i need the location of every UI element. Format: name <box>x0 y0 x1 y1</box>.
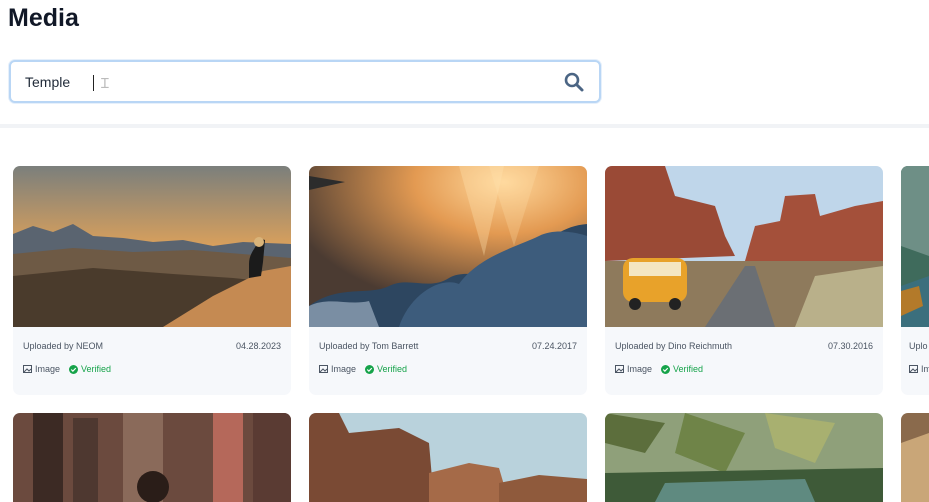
ibeam-cursor-icon: Ɪ <box>101 75 109 91</box>
media-thumbnail[interactable] <box>309 166 587 327</box>
page-title: Media <box>8 4 79 32</box>
search-icon[interactable] <box>563 71 585 93</box>
uploader-label: Uploaded by NEOM <box>23 341 104 351</box>
verified-badge: Verified <box>661 364 703 374</box>
verified-label: Verified <box>81 364 112 374</box>
media-thumbnail[interactable] <box>13 413 291 502</box>
verified-label: Verified <box>377 364 408 374</box>
divider <box>0 124 929 128</box>
media-thumbnail[interactable] <box>901 166 929 327</box>
media-type: Image <box>331 364 357 374</box>
image-icon <box>319 365 328 373</box>
check-circle-icon <box>661 364 671 374</box>
media-thumbnail[interactable] <box>309 413 587 502</box>
media-thumbnail[interactable] <box>901 413 929 502</box>
media-card[interactable] <box>13 413 291 502</box>
media-card[interactable]: Uplo Im <box>901 166 929 395</box>
text-caret <box>93 75 94 91</box>
upload-date: 04.28.2023 <box>235 341 281 351</box>
media-type: Im <box>921 364 929 374</box>
image-icon <box>23 365 32 373</box>
uploader-label: Uploaded by Dino Reichmuth <box>615 341 733 351</box>
image-icon <box>615 365 624 373</box>
uploader-label: Uplo <box>909 341 928 351</box>
media-thumbnail[interactable] <box>13 166 291 327</box>
search-box[interactable]: Ɪ <box>9 60 601 103</box>
media-card[interactable]: Uploaded by Dino Reichmuth 07.30.2016 Im… <box>605 166 883 395</box>
upload-date: 07.30.2016 <box>827 341 873 351</box>
media-type: Image <box>35 364 61 374</box>
media-card[interactable]: Uploaded by Tom Barrett 07.24.2017 Image… <box>309 166 587 395</box>
media-card[interactable] <box>605 413 883 502</box>
verified-label: Verified <box>673 364 704 374</box>
check-circle-icon <box>69 364 79 374</box>
uploader-label: Uploaded by Tom Barrett <box>319 341 419 351</box>
upload-date: 07.24.2017 <box>531 341 577 351</box>
media-card[interactable] <box>309 413 587 502</box>
media-thumbnail[interactable] <box>605 413 883 502</box>
media-card[interactable]: Uploaded by NEOM 04.28.2023 Image Verifi… <box>13 166 291 395</box>
media-type: Image <box>627 364 653 374</box>
verified-badge: Verified <box>69 364 111 374</box>
image-icon <box>909 365 918 373</box>
media-thumbnail[interactable] <box>605 166 883 327</box>
verified-badge: Verified <box>365 364 407 374</box>
media-card[interactable] <box>901 413 929 502</box>
check-circle-icon <box>365 364 375 374</box>
